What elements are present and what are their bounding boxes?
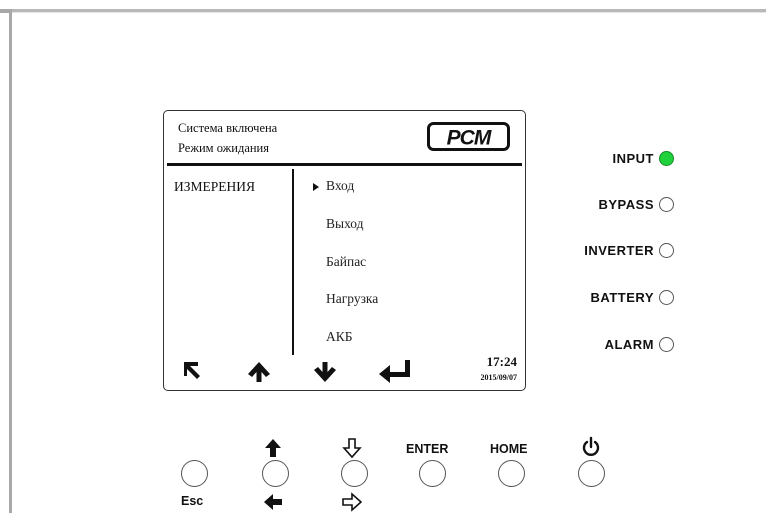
enter-icon[interactable]	[376, 357, 412, 387]
status-line-2: Режим ожидания	[178, 141, 269, 155]
status-line-1: Система включена	[178, 121, 278, 135]
enter-label: ENTER	[406, 442, 449, 456]
menu-item-input[interactable]: Вход	[326, 178, 354, 194]
arrow-down-icon[interactable]	[310, 357, 340, 387]
home-button[interactable]	[498, 460, 525, 487]
enter-button[interactable]	[419, 460, 446, 487]
battery-led-icon	[659, 290, 674, 305]
arrow-down-outline-icon	[342, 438, 362, 459]
lcd-display: Система включена Режим ожидания PCM ИЗМЕ…	[163, 110, 526, 391]
esc-button[interactable]	[181, 460, 208, 487]
arrow-up-solid-icon	[265, 439, 281, 457]
bypass-led-icon	[659, 197, 674, 212]
column-divider	[292, 169, 294, 355]
logo-text: PCM	[447, 127, 492, 150]
window-left-border	[9, 9, 12, 513]
inverter-led-icon	[659, 243, 674, 258]
power-button[interactable]	[578, 460, 605, 487]
clock-time: 17:24	[486, 354, 517, 369]
esc-label: Esc	[181, 494, 204, 508]
input-led-icon	[659, 151, 674, 166]
indicator-label-inverter: INVERTER	[584, 243, 654, 258]
window-top-border-shadow	[0, 12, 766, 13]
window-corner	[0, 9, 12, 13]
menu-item-bypass[interactable]: Байпас	[326, 254, 366, 270]
section-title: ИЗМЕРЕНИЯ	[174, 179, 256, 194]
arrow-left-solid-icon	[264, 494, 282, 510]
back-icon[interactable]	[178, 357, 208, 387]
menu-selection-cursor-icon	[313, 183, 319, 191]
arrow-up-icon[interactable]	[244, 357, 274, 387]
menu-item-battery[interactable]: АКБ	[326, 329, 353, 345]
up-left-button[interactable]	[262, 460, 289, 487]
indicator-label-input: INPUT	[612, 151, 654, 166]
indicator-label-battery: BATTERY	[590, 290, 654, 305]
home-label: HOME	[490, 442, 528, 456]
pcm-logo: PCM	[427, 122, 510, 151]
down-right-button[interactable]	[341, 460, 368, 487]
header-divider	[167, 163, 522, 166]
alarm-led-icon	[659, 337, 674, 352]
indicator-label-bypass: BYPASS	[598, 197, 654, 212]
arrow-right-outline-icon	[342, 492, 363, 512]
indicator-label-alarm: ALARM	[604, 337, 654, 352]
power-icon	[582, 436, 600, 456]
clock-date: 2015/09/07	[480, 373, 517, 382]
menu-item-output[interactable]: Выход	[326, 216, 364, 232]
menu-item-load[interactable]: Нагрузка	[326, 291, 378, 307]
